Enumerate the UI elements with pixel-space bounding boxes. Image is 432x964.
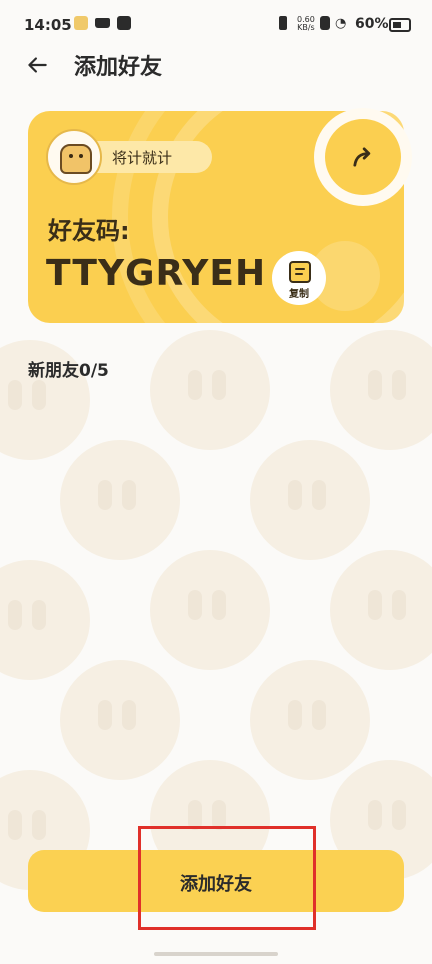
home-indicator [154, 952, 278, 956]
network-speed: 0.60 KB/s [297, 16, 315, 32]
back-arrow-icon [28, 57, 47, 73]
share-arrow-icon [353, 147, 371, 167]
copy-icon [289, 261, 311, 283]
avatar [46, 129, 102, 185]
back-button[interactable] [24, 52, 56, 84]
wifi-icon: ◔ [335, 16, 347, 31]
network-speed-unit: KB/s [297, 23, 315, 32]
no-sim-icon [320, 16, 330, 30]
battery-percent: 60% [355, 16, 389, 32]
friend-code-label: 好友码: [48, 217, 130, 245]
top-bar: 添加好友 [0, 44, 432, 84]
new-friends-heading: 新朋友0/5 [28, 356, 109, 381]
share-button[interactable] [325, 119, 401, 195]
new-friends-count: 0/5 [79, 361, 109, 381]
status-time: 14:05 [24, 16, 72, 34]
friend-code-value: TTYGRYEH [46, 253, 267, 294]
username-label: 将计就计 [112, 149, 173, 167]
page-title: 添加好友 [74, 55, 163, 80]
app-notification-icon [74, 16, 88, 30]
status-bar: 14:05 0.60 KB/s ◔ 60% [0, 0, 432, 46]
toast-mascot-icon [60, 144, 92, 174]
user-badge: 将计就计 [46, 129, 218, 185]
highlight-box [138, 826, 316, 930]
copy-button-label: 复制 [289, 289, 309, 300]
copy-button[interactable]: 复制 [272, 251, 326, 305]
battery-icon [389, 18, 411, 32]
crown-icon [95, 18, 110, 28]
share-button-container [314, 108, 412, 206]
vibrate-icon [279, 16, 287, 30]
message-icon [117, 16, 131, 30]
new-friends-label: 新朋友 [28, 361, 79, 381]
